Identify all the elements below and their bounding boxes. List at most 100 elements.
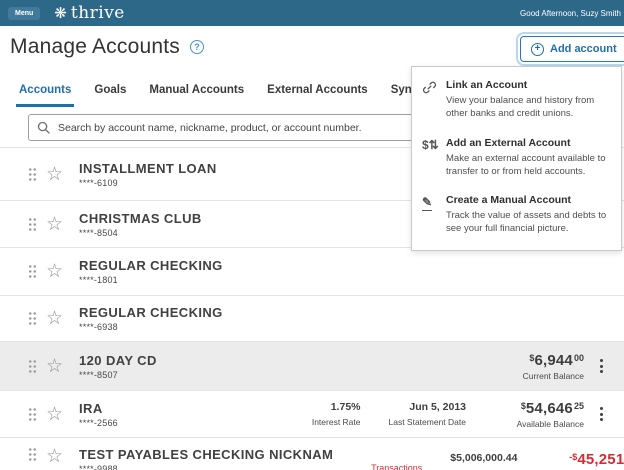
favorite-star-icon[interactable]: ☆	[46, 165, 63, 184]
menu-item-description: Track the value of assets and debts to s…	[446, 210, 607, 235]
drag-handle-icon[interactable]	[28, 406, 37, 422]
account-row-test-payables-checking[interactable]: ☆ TEST PAYABLES CHECKING NICKNAM ****-99…	[0, 437, 624, 470]
link-icon	[422, 79, 446, 121]
account-row-regular-checking-1801[interactable]: ☆ REGULAR CHECKING ****-1801	[0, 247, 624, 295]
favorite-star-icon[interactable]: ☆	[46, 405, 63, 424]
amount-label: Current Balance	[522, 370, 584, 381]
account-info: TEST PAYABLES CHECKING NICKNAM ****-9988	[79, 447, 333, 470]
menu-button[interactable]: Menu	[8, 6, 41, 20]
add-account-dropdown: Link an Account View your balance and hi…	[411, 66, 622, 251]
page-title-row: Manage Accounts ?	[10, 35, 204, 59]
last-statement-date-stat: Jun 5, 2013 Last Statement Date	[389, 401, 467, 427]
available-balance-amount: $54,64625 Available Balance	[494, 400, 584, 429]
account-name: INSTALLMENT LOAN	[79, 160, 217, 176]
stat-label: Interest Rate	[311, 417, 361, 427]
account-row-values: $6,94400 Current Balance	[466, 352, 618, 381]
favorite-star-icon[interactable]: ☆	[46, 215, 63, 234]
top-navigation-bar: Menu ❋ thrive Good Afternoon, Suzy Smith	[0, 0, 624, 26]
menu-item-create-manual-account[interactable]: ✎ Create a Manual Account Track the valu…	[422, 194, 615, 236]
amount-label: Available Balance	[516, 418, 584, 429]
menu-item-title: Create a Manual Account	[446, 194, 572, 207]
account-number: ****-9988	[79, 464, 118, 470]
favorite-star-icon[interactable]: ☆	[46, 447, 63, 466]
favorite-star-icon[interactable]: ☆	[46, 357, 63, 376]
account-name: TEST PAYABLES CHECKING NICKNAM	[79, 447, 334, 462]
current-balance-amount: $6,94400 Current Balance	[494, 352, 584, 381]
account-info: 120 DAY CD ****-8507	[79, 353, 157, 380]
account-row-120-day-cd[interactable]: ☆ 120 DAY CD ****-8507 $6,94400 Current …	[0, 341, 624, 390]
stat-value	[361, 447, 422, 460]
account-number: ****-1801	[79, 275, 118, 285]
menu-item-add-external-account[interactable]: $⇅ Add an External Account Make an exter…	[422, 137, 615, 179]
add-account-label: Add account	[550, 43, 617, 55]
user-greeting: Good Afternoon, Suzy Smith	[520, 8, 621, 18]
row-menu-kebab-icon[interactable]	[584, 355, 618, 377]
account-number: ****-2566	[79, 417, 118, 428]
tab-external-accounts[interactable]: External Accounts	[264, 84, 371, 107]
page-title: Manage Accounts	[10, 35, 180, 58]
menu-item-title: Add an External Account	[446, 136, 571, 149]
menu-item-link-account[interactable]: Link an Account View your balance and hi…	[422, 79, 615, 121]
amount-whole: 54,646	[525, 399, 573, 417]
flower-logo-icon: ❋	[54, 4, 67, 22]
account-number: ****-6938	[79, 322, 118, 332]
help-icon[interactable]: ?	[189, 40, 204, 54]
account-row-ira[interactable]: ☆ IRA ****-2566 1.75% Interest Rate Jun …	[0, 390, 624, 437]
available-balance-amount: -$45,25132 Available Balance	[545, 451, 624, 470]
account-info: REGULAR CHECKING ****-1801	[79, 258, 223, 285]
account-name: 120 DAY CD	[79, 352, 157, 368]
menu-item-title: Link an Account	[446, 79, 528, 91]
brand-logo[interactable]: ❋ thrive	[54, 3, 125, 23]
favorite-star-icon[interactable]: ☆	[46, 309, 63, 328]
account-info: IRA ****-2566	[79, 401, 118, 428]
stat-value: $5,006,000.44	[450, 452, 518, 464]
tab-accounts[interactable]: Accounts	[16, 84, 75, 107]
drag-handle-icon[interactable]	[28, 358, 37, 374]
account-number: ****-8504	[79, 227, 118, 238]
stat-label: Last Statement Date	[388, 417, 467, 427]
account-name: REGULAR CHECKING	[79, 305, 223, 320]
amount-whole: 6,944	[534, 351, 573, 369]
tab-bar: Accounts Goals Manual Accounts External …	[16, 84, 472, 107]
account-row-values: 1.75% Interest Rate Jun 5, 2013 Last Sta…	[284, 400, 618, 429]
amount-cents: 00	[573, 352, 584, 363]
account-name: CHRISTMAS CLUB	[79, 210, 202, 226]
account-info: INSTALLMENT LOAN ****-6109	[79, 161, 217, 188]
menu-item-description: Make an external account available to tr…	[446, 152, 606, 177]
account-name: REGULAR CHECKING	[79, 258, 223, 273]
menu-item-description: View your balance and history from other…	[446, 95, 595, 120]
menu-item-text: Add an External Account Make an external…	[446, 137, 615, 179]
drag-handle-icon[interactable]	[28, 447, 37, 462]
dollar-transfer-icon: $⇅	[422, 137, 439, 152]
currency-sign: -$	[569, 451, 578, 462]
amount-cents: 25	[573, 400, 584, 411]
account-row-values: Transactions pending $5,006,000.44 Curre…	[333, 447, 624, 470]
account-info: REGULAR CHECKING ****-6938	[79, 305, 223, 332]
plus-circle-icon: +	[531, 42, 544, 56]
menu-item-text: Link an Account View your balance and hi…	[446, 79, 615, 121]
currency-sign: $	[529, 352, 535, 363]
account-row-regular-checking-6938[interactable]: ☆ REGULAR CHECKING ****-6938	[0, 295, 624, 341]
currency-sign: $	[520, 400, 526, 411]
row-menu-kebab-icon[interactable]	[584, 403, 618, 425]
pencil-icon: ✎	[422, 195, 433, 212]
tab-manual-accounts[interactable]: Manual Accounts	[146, 84, 247, 107]
menu-item-text: Create a Manual Account Track the value …	[446, 194, 615, 236]
account-number: ****-6109	[79, 177, 118, 188]
drag-handle-icon[interactable]	[28, 264, 37, 279]
favorite-star-icon[interactable]: ☆	[46, 262, 63, 281]
stat-value: Jun 5, 2013	[409, 401, 466, 413]
drag-handle-icon[interactable]	[28, 311, 37, 326]
search-icon	[37, 121, 50, 134]
tab-goals[interactable]: Goals	[91, 84, 129, 107]
transactions-pending-note: Transactions pending	[361, 447, 422, 470]
account-info: CHRISTMAS CLUB ****-8504	[79, 211, 202, 238]
pending-label: Transactions pending	[371, 463, 423, 470]
drag-handle-icon[interactable]	[28, 216, 37, 232]
drag-handle-icon[interactable]	[28, 166, 37, 182]
add-account-button[interactable]: + Add account	[516, 32, 624, 66]
account-number: ****-8507	[79, 369, 118, 380]
current-balance-stat: $5,006,000.44 Current Balance	[450, 452, 517, 470]
brand-name: thrive	[70, 3, 125, 23]
stat-value: 1.75%	[330, 401, 361, 413]
